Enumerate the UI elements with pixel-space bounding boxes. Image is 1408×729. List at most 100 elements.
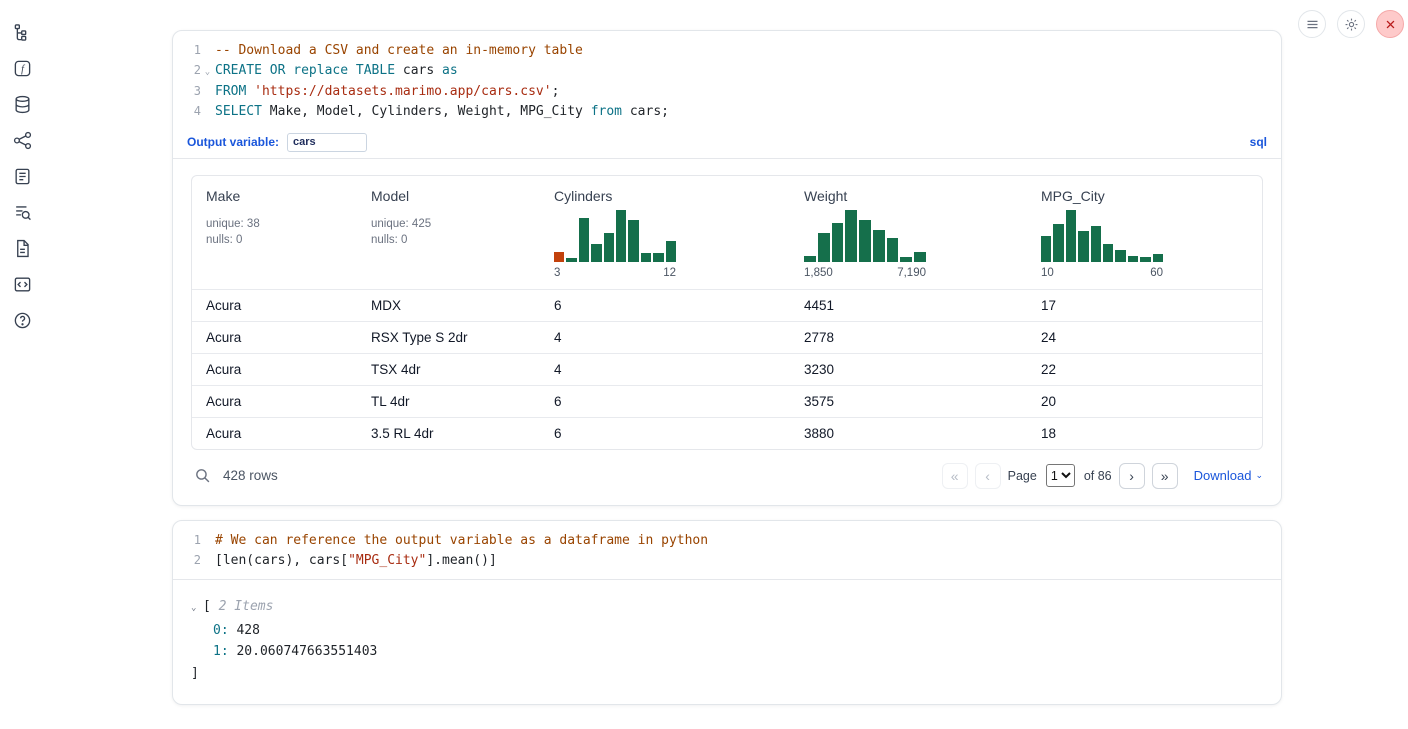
settings-button[interactable] xyxy=(1337,10,1365,38)
table-cell: Acura xyxy=(192,322,357,353)
last-page-button[interactable]: » xyxy=(1152,463,1178,489)
python-cell: 1 # We can reference the output variable… xyxy=(172,520,1282,705)
line-number: 2 xyxy=(173,61,201,81)
items-count: 2 Items xyxy=(219,599,274,614)
line-number: 4 xyxy=(173,102,201,122)
sql-code-editor[interactable]: 1 -- Download a CSV and create an in-mem… xyxy=(173,31,1281,131)
page-total: of 86 xyxy=(1084,469,1112,483)
table-cell: 17 xyxy=(1027,290,1262,321)
table-cell: 3.5 RL 4dr xyxy=(357,418,540,449)
table-cell: 3230 xyxy=(790,354,1027,385)
language-badge: sql xyxy=(1250,135,1267,149)
line-number: 1 xyxy=(173,531,201,551)
table-cell: 4 xyxy=(540,354,790,385)
menu-button[interactable] xyxy=(1298,10,1326,38)
table-cell: MDX xyxy=(357,290,540,321)
column-header-model[interactable]: Model unique: 425 nulls: 0 xyxy=(357,188,540,279)
variables-icon[interactable]: f xyxy=(10,56,34,80)
hist-min-label: 10 xyxy=(1041,267,1054,279)
table-cell: TL 4dr xyxy=(357,386,540,417)
documentation-icon[interactable] xyxy=(10,236,34,260)
shutdown-button[interactable] xyxy=(1376,10,1404,38)
topbar-actions xyxy=(1298,10,1404,38)
table-cell: Acura xyxy=(192,354,357,385)
code-line: 4 SELECT Make, Model, Cylinders, Weight,… xyxy=(173,102,1281,122)
first-page-button[interactable]: « xyxy=(942,463,968,489)
table-cell: Acura xyxy=(192,418,357,449)
stat-nulls: nulls: 0 xyxy=(371,232,526,249)
help-icon[interactable] xyxy=(10,308,34,332)
row-count: 428 rows xyxy=(223,468,278,483)
next-page-button[interactable]: › xyxy=(1119,463,1145,489)
scratchpad-icon[interactable] xyxy=(10,164,34,188)
table-cell: 6 xyxy=(540,386,790,417)
code-line: 2 [len(cars), cars["MPG_City"].mean()] xyxy=(173,551,1281,571)
file-explorer-icon[interactable] xyxy=(10,20,34,44)
pagination: « ‹ Page 1 of 86 › » xyxy=(942,463,1178,489)
code-line: 2 ⌄ CREATE OR replace TABLE cars as xyxy=(173,61,1281,83)
hist-min-label: 3 xyxy=(554,267,560,279)
dependency-graph-icon[interactable] xyxy=(10,128,34,152)
open-bracket: [ xyxy=(203,599,211,614)
fold-chevron-icon[interactable]: ⌄ xyxy=(201,63,214,83)
sql-cell: 1 -- Download a CSV and create an in-mem… xyxy=(172,30,1282,506)
output-variable-label: Output variable: xyxy=(187,135,279,149)
column-header-cylinders[interactable]: Cylinders 3 12 xyxy=(540,188,790,279)
table-cell: Acura xyxy=(192,386,357,417)
snippets-icon[interactable] xyxy=(10,272,34,296)
left-sidebar: f xyxy=(0,0,44,729)
close-bracket: ] xyxy=(191,666,199,681)
table-header: Make unique: 38 nulls: 0 Model unique: 4… xyxy=(192,176,1262,289)
python-code-editor[interactable]: 1 # We can reference the output variable… xyxy=(173,521,1281,580)
cell-output: ⌄[ 2 Items 0: 428 1: 20.060747663551403 … xyxy=(173,580,1281,704)
table-cell: 3880 xyxy=(790,418,1027,449)
output-variable-input[interactable] xyxy=(287,133,367,152)
table-row: Acura RSX Type S 2dr 4 2778 24 xyxy=(192,321,1262,353)
table-cell: 6 xyxy=(540,290,790,321)
table-cell: TSX 4dr xyxy=(357,354,540,385)
table-row: Acura MDX 6 4451 17 xyxy=(192,289,1262,321)
collapse-icon[interactable]: ⌄ xyxy=(191,598,203,620)
table-row: Acura TSX 4dr 4 3230 22 xyxy=(192,353,1262,385)
hist-max-label: 7,190 xyxy=(897,267,926,279)
table-row: Acura TL 4dr 6 3575 20 xyxy=(192,385,1262,417)
table-row: Acura 3.5 RL 4dr 6 3880 18 xyxy=(192,417,1262,449)
hist-max-label: 60 xyxy=(1150,267,1163,279)
item-index: 0: xyxy=(213,623,229,638)
table-cell: 20 xyxy=(1027,386,1262,417)
prev-page-button[interactable]: ‹ xyxy=(975,463,1001,489)
column-header-mpg-city[interactable]: MPG_City 10 60 xyxy=(1027,188,1262,279)
list-item: 0: 428 xyxy=(191,620,1263,642)
logs-icon[interactable] xyxy=(10,200,34,224)
table-cell: 18 xyxy=(1027,418,1262,449)
code-line: 3 FROM 'https://datasets.marimo.app/cars… xyxy=(173,82,1281,102)
table-cell: 6 xyxy=(540,418,790,449)
close-icon xyxy=(1383,17,1398,32)
data-table: Make unique: 38 nulls: 0 Model unique: 4… xyxy=(191,175,1263,450)
search-icon xyxy=(194,467,211,484)
item-value: 20.060747663551403 xyxy=(236,644,377,659)
line-number: 1 xyxy=(173,41,201,61)
table-cell: 4451 xyxy=(790,290,1027,321)
svg-text:f: f xyxy=(21,64,26,75)
table-cell: 3575 xyxy=(790,386,1027,417)
weight-histogram xyxy=(804,210,926,262)
datasources-icon[interactable] xyxy=(10,92,34,116)
stat-nulls: nulls: 0 xyxy=(206,232,343,249)
line-number: 3 xyxy=(173,82,201,102)
notebook-main: 1 -- Download a CSV and create an in-mem… xyxy=(172,0,1282,705)
page-select[interactable]: 1 xyxy=(1046,464,1075,487)
column-header-weight[interactable]: Weight 1,850 7,190 xyxy=(790,188,1027,279)
gear-icon xyxy=(1344,17,1359,32)
column-header-make[interactable]: Make unique: 38 nulls: 0 xyxy=(192,188,357,279)
line-number: 2 xyxy=(173,551,201,571)
hamburger-icon xyxy=(1305,17,1320,32)
stat-unique: unique: 38 xyxy=(206,216,343,233)
table-cell: 4 xyxy=(540,322,790,353)
download-button[interactable]: Download ⌄ xyxy=(1194,468,1263,483)
search-button[interactable] xyxy=(191,465,213,487)
mpg-city-histogram xyxy=(1041,210,1163,262)
table-cell: 24 xyxy=(1027,322,1262,353)
chevron-down-icon: ⌄ xyxy=(1255,470,1263,481)
table-cell: RSX Type S 2dr xyxy=(357,322,540,353)
